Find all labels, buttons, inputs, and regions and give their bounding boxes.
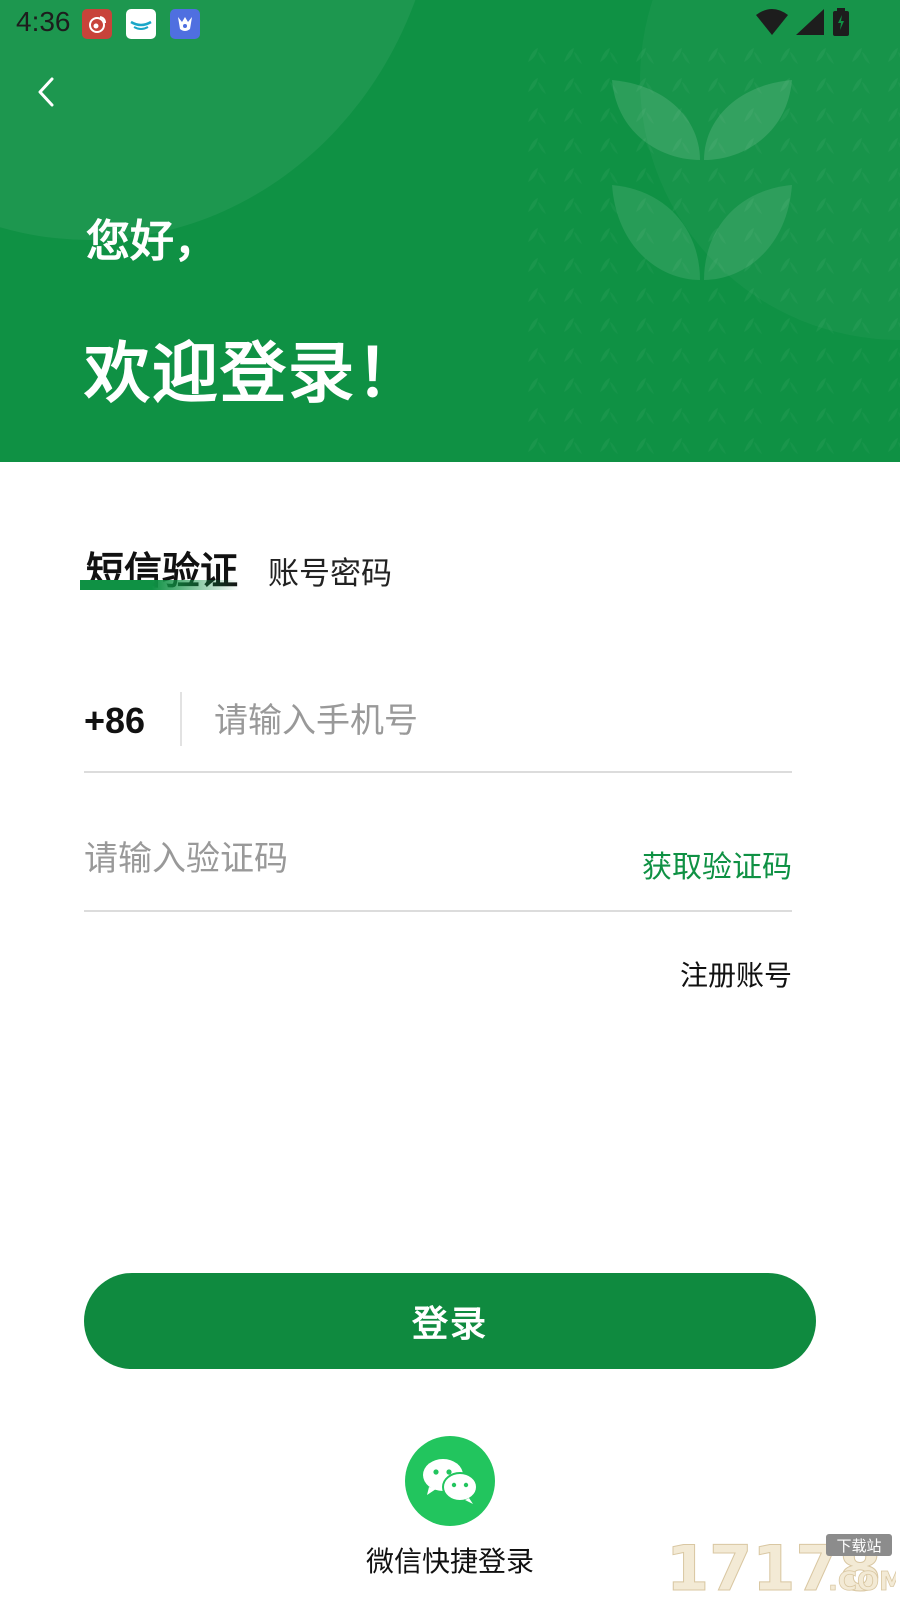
register-link[interactable]: 注册账号 (680, 954, 792, 994)
header-banner: 4:36 您好， 欢迎登录！ (0, 0, 900, 462)
site-watermark-logo: 17178 下载站 .COM (666, 1532, 896, 1596)
watermark-suffix: .COM (828, 1567, 896, 1596)
sprout-logo-icon (612, 80, 792, 280)
login-button[interactable]: 登录 (84, 1273, 816, 1369)
wechat-login-button[interactable] (405, 1436, 495, 1526)
status-bar: 4:36 (0, 0, 900, 48)
battery-icon (833, 8, 849, 36)
get-code-button[interactable]: 获取验证码 (642, 842, 792, 886)
verification-code-input[interactable] (84, 832, 604, 886)
divider (180, 692, 182, 746)
phone-input[interactable] (214, 694, 774, 748)
tab-account-password[interactable]: 账号密码 (268, 548, 392, 593)
status-time: 4:36 (16, 6, 71, 37)
chevron-left-icon (38, 77, 54, 107)
welcome-title: 欢迎登录！ (84, 335, 424, 412)
weibo-notification-icon (82, 9, 112, 39)
active-tab-indicator (80, 580, 240, 590)
greeting-text: 您好， (86, 216, 218, 267)
back-button[interactable] (26, 72, 66, 112)
app-notification-icon (126, 9, 156, 39)
bird-app-notification-icon (170, 9, 200, 39)
country-code-selector[interactable]: +86 (84, 700, 145, 742)
signal-icon (796, 9, 824, 35)
divider (84, 910, 792, 912)
divider (84, 771, 792, 773)
wifi-icon (756, 9, 788, 35)
wechat-icon (423, 1459, 478, 1504)
watermark-sub: 下载站 (836, 1537, 881, 1555)
